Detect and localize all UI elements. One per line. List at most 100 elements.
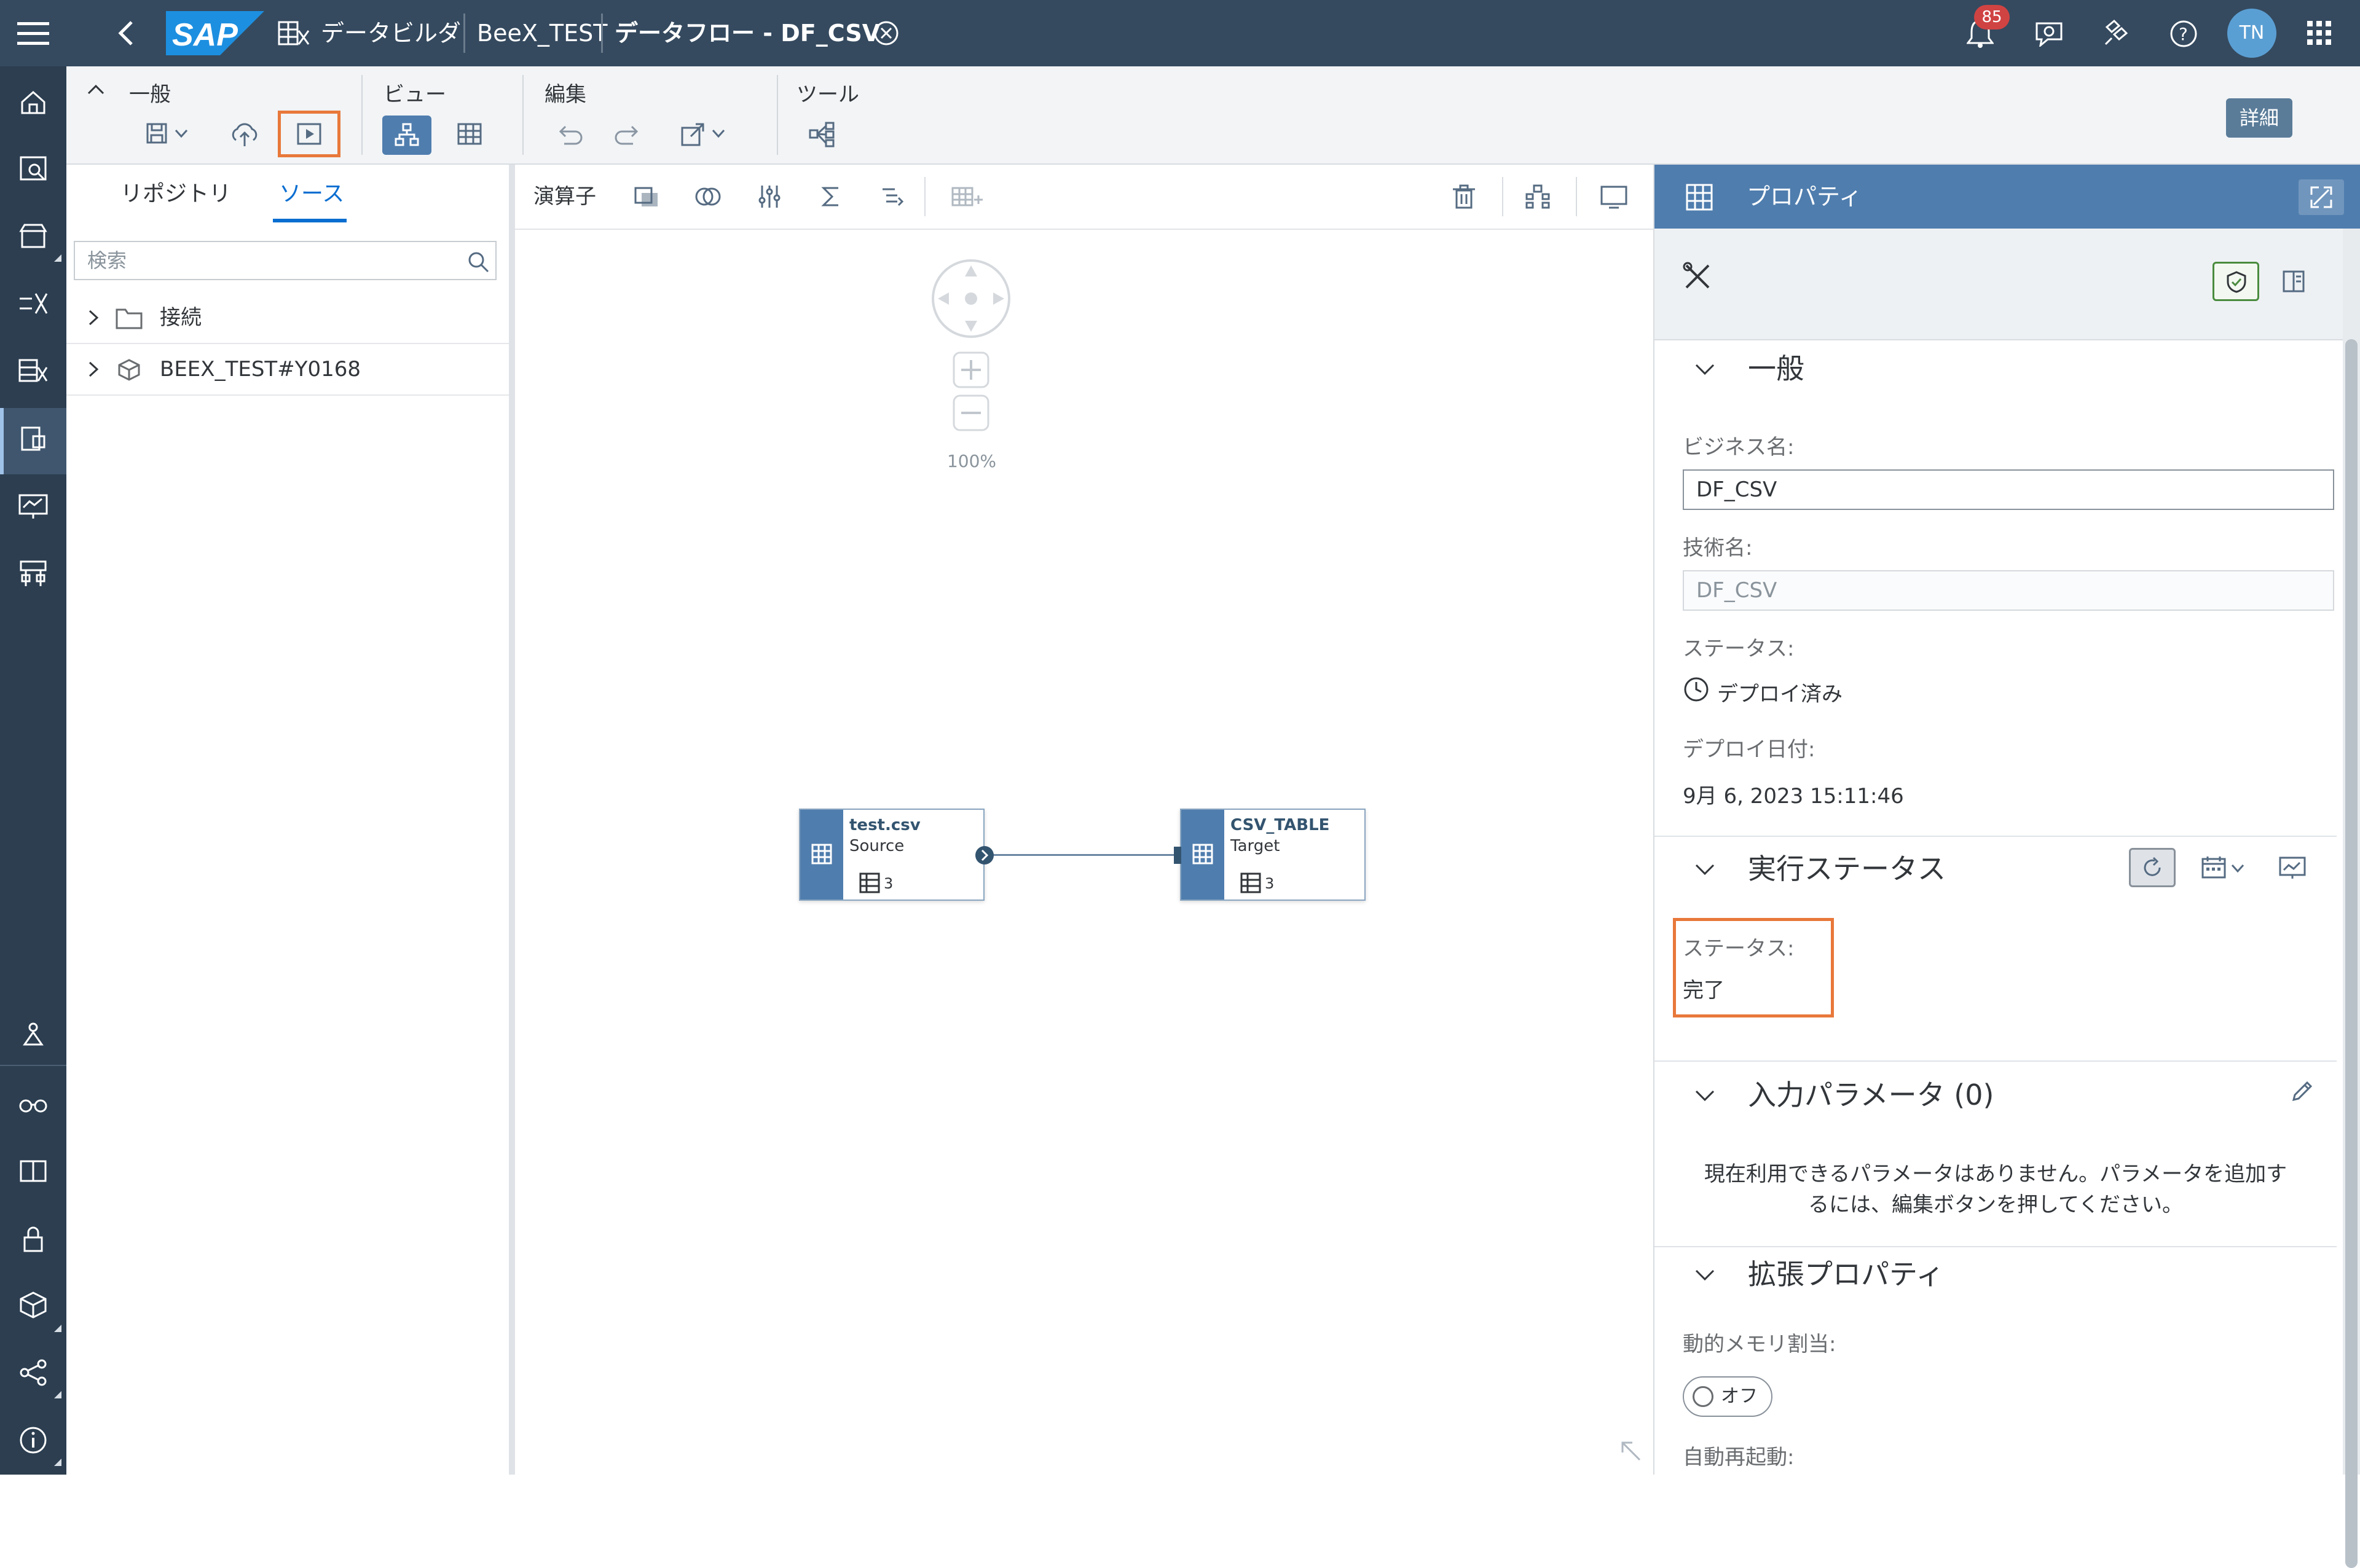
folder-icon bbox=[116, 308, 143, 329]
undo-icon[interactable] bbox=[552, 118, 584, 150]
collapse-arrow-icon[interactable] bbox=[1618, 1438, 1645, 1465]
feedback-icon[interactable] bbox=[2034, 20, 2064, 47]
impact-lineage-icon[interactable] bbox=[806, 118, 838, 150]
auto-layout-icon[interactable] bbox=[1523, 182, 1552, 211]
data-builder-nav-icon[interactable] bbox=[16, 354, 50, 388]
export-dropdown-chevron-icon[interactable] bbox=[709, 124, 741, 156]
source-node[interactable]: test.csv Source 3 bbox=[799, 809, 985, 901]
expand-panel-button[interactable] bbox=[2299, 179, 2344, 215]
detail-button[interactable]: 詳細 bbox=[2226, 98, 2292, 138]
tab-sources[interactable]: ソース bbox=[279, 176, 344, 208]
output-port-icon[interactable] bbox=[974, 844, 996, 866]
no-parameters-line-2: るには、編集ボタンを押してください。 bbox=[1808, 1193, 2183, 1217]
side-panel-icon[interactable] bbox=[2281, 269, 2306, 294]
marketplace-icon[interactable] bbox=[16, 219, 50, 253]
tools-wrench-icon[interactable] bbox=[1682, 261, 1713, 292]
target-node[interactable]: CSV_TABLE Target 3 bbox=[1180, 809, 1366, 901]
connections-icon[interactable] bbox=[16, 1017, 50, 1052]
catalog-search-icon[interactable] bbox=[16, 151, 50, 186]
save-dropdown-chevron-icon[interactable] bbox=[172, 124, 204, 156]
delete-trash-icon[interactable] bbox=[1449, 182, 1479, 211]
tree-item-space[interactable]: BEEX_TEST#Y0168 bbox=[66, 344, 509, 396]
toolbar-separator bbox=[777, 75, 778, 155]
section-collapse-chevron-icon[interactable] bbox=[1693, 1083, 1717, 1107]
status-label: ステータス: bbox=[1683, 637, 1795, 661]
section-collapse-chevron-icon[interactable] bbox=[1693, 1262, 1717, 1287]
join-operator-icon[interactable] bbox=[693, 182, 723, 211]
panel-splitter[interactable] bbox=[509, 165, 515, 1475]
business-builder-icon[interactable] bbox=[16, 421, 50, 456]
transport-package-icon[interactable] bbox=[16, 1288, 50, 1322]
no-parameters-line-1: 現在利用できるパラメータはありません。パラメータを追加す bbox=[1704, 1162, 2287, 1186]
analytic-model-icon[interactable] bbox=[16, 489, 50, 523]
diagram-view-button[interactable] bbox=[382, 116, 431, 155]
search-icon[interactable] bbox=[466, 249, 490, 274]
clock-icon bbox=[1684, 677, 1709, 702]
security-lock-icon[interactable] bbox=[16, 1221, 50, 1256]
data-integration-icon[interactable] bbox=[16, 286, 50, 321]
toolbar-separator bbox=[924, 177, 926, 216]
run-play-icon[interactable] bbox=[293, 118, 325, 150]
refresh-button[interactable] bbox=[2129, 848, 2176, 887]
chevron-right-icon[interactable] bbox=[84, 360, 102, 378]
projection-operator-icon[interactable] bbox=[632, 182, 661, 211]
node-name: CSV_TABLE bbox=[1230, 816, 1330, 834]
monitor-chart-icon[interactable] bbox=[2278, 854, 2307, 881]
fullscreen-monitor-icon[interactable] bbox=[1599, 182, 1629, 211]
breadcrumb-space[interactable]: BeeX_TEST bbox=[477, 0, 607, 66]
add-table-icon bbox=[951, 187, 983, 206]
deploy-cloud-icon[interactable] bbox=[229, 118, 261, 150]
info-icon[interactable] bbox=[16, 1423, 50, 1457]
properties-scrollbar-thumb[interactable] bbox=[2345, 339, 2358, 1568]
columns-table-icon bbox=[859, 872, 880, 893]
group-label-view: ビュー bbox=[384, 82, 446, 107]
tab-repository[interactable]: リポジトリ bbox=[120, 176, 231, 208]
breadcrumb-app[interactable]: データビルダ bbox=[321, 0, 461, 66]
aggregation-sigma-icon[interactable] bbox=[816, 182, 846, 211]
toggle-text: オフ bbox=[1721, 1386, 1758, 1407]
schedule-dropdown-chevron-icon[interactable] bbox=[2228, 859, 2247, 877]
back-icon[interactable] bbox=[117, 20, 135, 47]
toolbar-separator bbox=[1502, 177, 1503, 216]
documentation-icon[interactable] bbox=[16, 1154, 50, 1188]
section-collapse-chevron-icon[interactable] bbox=[1693, 356, 1717, 381]
deploy-status-value: デプロイ済み bbox=[1717, 682, 1843, 707]
redo-icon[interactable] bbox=[613, 118, 645, 150]
navigation-pan-icon[interactable] bbox=[929, 257, 1013, 340]
input-port[interactable] bbox=[1174, 847, 1181, 864]
group-label-edit: 編集 bbox=[545, 82, 586, 107]
zoom-in-icon[interactable] bbox=[951, 350, 991, 390]
export-icon[interactable] bbox=[677, 118, 709, 150]
user-avatar[interactable]: TN bbox=[2227, 9, 2276, 58]
script-operator-icon[interactable] bbox=[878, 182, 907, 211]
close-tab-icon[interactable] bbox=[873, 20, 900, 47]
svg-text:?: ? bbox=[2179, 24, 2188, 44]
whats-new-icon[interactable] bbox=[2102, 18, 2131, 48]
save-icon[interactable] bbox=[141, 118, 173, 150]
app-grid-icon[interactable] bbox=[2307, 21, 2332, 45]
help-icon[interactable]: ? bbox=[2169, 20, 2198, 48]
monitor-glasses-icon[interactable] bbox=[16, 1086, 50, 1121]
table-view-icon[interactable] bbox=[454, 118, 486, 150]
search-input[interactable]: 検索 bbox=[74, 241, 497, 280]
page-title: データフロー - DF_CSV bbox=[615, 20, 881, 47]
hamburger-menu-icon[interactable] bbox=[17, 21, 49, 45]
schedule-calendar-icon[interactable] bbox=[2200, 854, 2227, 881]
collapse-toolbar-icon[interactable] bbox=[87, 84, 104, 96]
sap-logo[interactable]: SAP bbox=[166, 11, 264, 55]
share-network-icon[interactable] bbox=[16, 1355, 50, 1390]
data-access-icon[interactable] bbox=[16, 557, 50, 591]
section-title-general: 一般 bbox=[1748, 352, 1804, 385]
validation-button[interactable] bbox=[2212, 262, 2259, 301]
data-flow-canvas[interactable]: 100% test.csv Source 3 CSV_TABLE Target … bbox=[515, 230, 1653, 1475]
tree-item-connections[interactable]: 接続 bbox=[66, 292, 509, 344]
chevron-right-icon[interactable] bbox=[84, 308, 102, 327]
edit-pencil-icon[interactable] bbox=[2289, 1079, 2315, 1105]
zoom-out-icon[interactable] bbox=[951, 393, 991, 433]
dynamic-memory-toggle[interactable]: オフ bbox=[1683, 1376, 1772, 1417]
filter-operator-icon[interactable] bbox=[755, 182, 784, 211]
technical-name-input: DF_CSV bbox=[1683, 570, 2334, 611]
business-name-input[interactable]: DF_CSV bbox=[1683, 469, 2334, 510]
home-icon[interactable] bbox=[16, 85, 50, 119]
section-collapse-chevron-icon[interactable] bbox=[1693, 857, 1717, 881]
